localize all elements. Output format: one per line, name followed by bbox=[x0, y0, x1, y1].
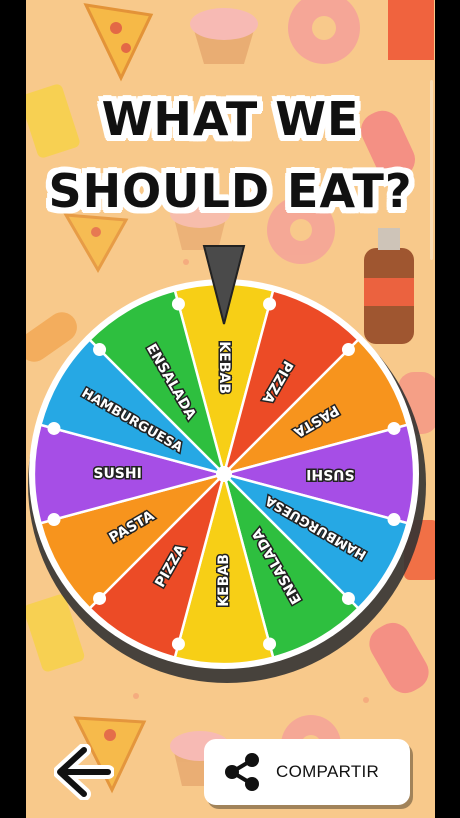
wheel-peg bbox=[93, 591, 107, 605]
title-line-2: SHOULD EAT? bbox=[48, 164, 413, 218]
wheel-peg bbox=[387, 421, 401, 435]
wheel-segment-label: SUSHI bbox=[93, 466, 141, 482]
wheel-peg bbox=[387, 513, 401, 527]
wheel-peg bbox=[93, 343, 107, 357]
spin-wheel[interactable]: KEBAB PIZZAPASTASUSHIHAMBURGUESAENSALADAK… bbox=[26, 230, 435, 690]
wheel-peg bbox=[171, 297, 185, 311]
wheel-hub bbox=[216, 466, 232, 482]
wheel-peg bbox=[341, 343, 355, 357]
wheel-peg bbox=[171, 637, 185, 651]
wheel-segment-label: KEBAB bbox=[216, 554, 232, 607]
wheel-peg bbox=[47, 421, 61, 435]
share-label: COMPARTIR bbox=[276, 762, 380, 781]
drink-doodle bbox=[388, 0, 434, 60]
phone-frame: WHAT WE SHOULD EAT? KEBAB PIZZA PASTA SUSHI… bbox=[0, 0, 460, 818]
app-screen: WHAT WE SHOULD EAT? KEBAB PIZZA PASTA SUSHI… bbox=[26, 0, 435, 818]
wheel-segment-label: SUSHI bbox=[306, 466, 354, 482]
back-arrow-icon bbox=[53, 743, 115, 801]
wheel-peg bbox=[263, 297, 277, 311]
cupcake-doodle bbox=[190, 8, 258, 64]
donut-doodle bbox=[288, 0, 360, 64]
pizza-doodle bbox=[83, 3, 154, 82]
wheel-peg bbox=[47, 513, 61, 527]
wheel-peg bbox=[263, 637, 277, 651]
share-icon bbox=[225, 753, 259, 791]
wheel-peg bbox=[341, 591, 355, 605]
back-button[interactable] bbox=[53, 743, 115, 801]
share-button[interactable]: COMPARTIR bbox=[204, 739, 410, 805]
title-line-1: WHAT WE bbox=[101, 92, 360, 146]
wheel-segment-label: KEBAB bbox=[216, 341, 232, 394]
scrollbar[interactable] bbox=[430, 80, 433, 260]
